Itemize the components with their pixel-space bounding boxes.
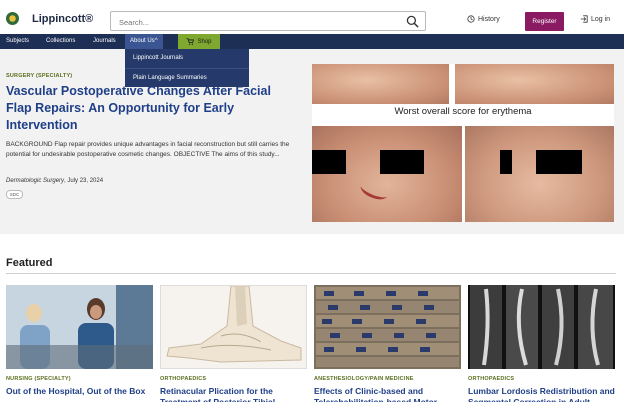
eye-bar bbox=[380, 150, 424, 174]
shop-label: Shop bbox=[197, 38, 212, 45]
figure-photo-bottom-right bbox=[465, 126, 614, 222]
register-button[interactable]: Register bbox=[525, 12, 564, 31]
card-image-exercise-grid[interactable] bbox=[314, 285, 461, 369]
hero-meta: Dermatologic Surgery, July 23, 2024 bbox=[6, 178, 103, 184]
dropdown-item-lippincott-journals[interactable]: Lippincott Journals bbox=[125, 49, 249, 68]
card-category[interactable]: ORTHOPAEDICS bbox=[160, 376, 206, 382]
login-label: Log in bbox=[591, 15, 611, 23]
spine-xray-strip bbox=[468, 285, 615, 369]
featured-card[interactable]: ORTHOPAEDICS Retinacular Plication for t… bbox=[160, 285, 307, 402]
login-icon bbox=[580, 15, 588, 23]
hero-abstract: BACKGROUND Flap repair provides unique a… bbox=[6, 141, 290, 158]
hero-article: SURGERY (SPECIALTY) Vascular Postoperati… bbox=[0, 49, 624, 234]
featured-heading: Featured bbox=[6, 257, 53, 269]
divider bbox=[6, 273, 616, 274]
cart-icon bbox=[186, 38, 195, 45]
shop-button[interactable]: Shop bbox=[178, 34, 220, 49]
eye-bar bbox=[536, 150, 582, 174]
lippincott-logo-icon[interactable] bbox=[6, 12, 19, 25]
nav-item-journals[interactable]: Journals bbox=[93, 34, 116, 49]
card-category[interactable]: NURSING (SPECIALTY) bbox=[6, 376, 71, 382]
main-nav: Subjects Collections Journals About Us^ … bbox=[0, 34, 624, 49]
card-category[interactable]: ORTHOPAEDICS bbox=[468, 376, 514, 382]
ankle-illustration bbox=[166, 286, 302, 363]
card-title[interactable]: Retinacular Plication for the Treatment … bbox=[160, 386, 307, 402]
search-icon[interactable] bbox=[406, 15, 419, 28]
site-header: Lippincott® History Register Log in bbox=[0, 0, 624, 34]
login-button[interactable]: Log in bbox=[580, 15, 610, 23]
brand-name[interactable]: Lippincott® bbox=[32, 13, 93, 25]
card-image-spine-xrays[interactable] bbox=[468, 285, 615, 369]
hero-category[interactable]: SURGERY (SPECIALTY) bbox=[6, 73, 72, 79]
nav-item-about-us-label: About Us bbox=[130, 38, 155, 44]
card-title[interactable]: Out of the Hospital, Out of the Box bbox=[6, 386, 153, 397]
hero-title[interactable]: Vascular Postoperative Changes After Fac… bbox=[6, 83, 296, 134]
history-label: History bbox=[478, 15, 500, 23]
chevron-up-icon: ^ bbox=[154, 38, 158, 44]
nav-item-collections[interactable]: Collections bbox=[46, 34, 75, 49]
figure-photo-top-right bbox=[455, 64, 614, 104]
eye-bar bbox=[312, 150, 346, 174]
featured-card[interactable]: NURSING (SPECIALTY) Out of the Hospital,… bbox=[6, 285, 153, 396]
figure-photo-top-left bbox=[312, 64, 449, 104]
card-title[interactable]: Lumbar Lordosis Redistribution and Segme… bbox=[468, 386, 615, 402]
nav-item-about-us[interactable]: About Us^ bbox=[125, 34, 163, 49]
hero-date: , July 23, 2024 bbox=[64, 178, 104, 184]
figure-caption: Worst overall score for erythema bbox=[394, 106, 532, 117]
featured-card[interactable]: ANESTHESIOLOGY/PAIN MEDICINE Effects of … bbox=[314, 285, 461, 402]
sdc-badge: SDC bbox=[6, 190, 23, 199]
search-box[interactable] bbox=[110, 11, 426, 32]
about-us-dropdown: Lippincott Journals Plain Language Summa… bbox=[125, 49, 249, 87]
card-image-ankle[interactable] bbox=[160, 285, 307, 369]
hero-figure[interactable]: Worst overall score for erythema bbox=[312, 64, 614, 222]
nav-item-subjects[interactable]: Subjects bbox=[6, 34, 29, 49]
nurses-illustration bbox=[6, 285, 153, 369]
figure-photo-bottom-left bbox=[312, 126, 462, 222]
exercise-photo-grid bbox=[314, 285, 461, 369]
hero-journal[interactable]: Dermatologic Surgery bbox=[6, 178, 64, 184]
card-image-hospital[interactable] bbox=[6, 285, 153, 369]
eye-bar bbox=[500, 150, 512, 174]
dropdown-item-plain-language-summaries[interactable]: Plain Language Summaries bbox=[125, 68, 249, 87]
featured-card[interactable]: ORTHOPAEDICS Lumbar Lordosis Redistribut… bbox=[468, 285, 615, 402]
card-title[interactable]: Effects of Clinic-based and Telerehabili… bbox=[314, 386, 461, 402]
card-category[interactable]: ANESTHESIOLOGY/PAIN MEDICINE bbox=[314, 376, 414, 382]
history-button[interactable]: History bbox=[467, 15, 500, 23]
history-icon bbox=[467, 15, 475, 23]
search-input[interactable] bbox=[111, 13, 391, 32]
